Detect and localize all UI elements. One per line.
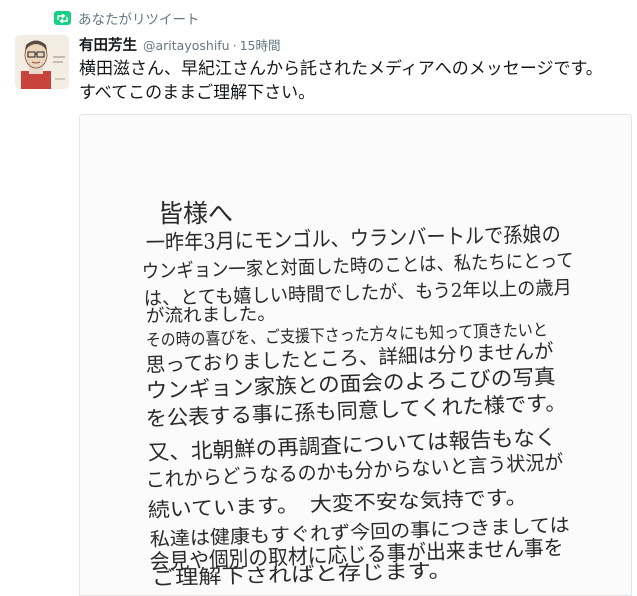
tweet-header: 有田芳生 @aritayoshifu · 15時間 <box>79 34 281 56</box>
author-name[interactable]: 有田芳生 <box>79 34 137 55</box>
tweet-text: 横田滋さん、早紀江さんから託されたメディアへのメッセージです。 すべてこのままご… <box>79 57 631 105</box>
letter-greeting: 皆様へ <box>158 199 233 228</box>
letter-line: が流れました。 <box>146 304 276 327</box>
tweet-text-line: 横田滋さん、早紀江さんから託されたメディアへのメッセージです。 <box>79 59 603 79</box>
retweet-context: あなたがリツイート <box>54 6 200 30</box>
avatar[interactable] <box>15 35 69 89</box>
author-handle[interactable]: @aritayoshifu <box>143 38 230 53</box>
tweet-text-line: すべてこのままご理解下さい。 <box>79 83 316 103</box>
retweet-label: あなたがリツイート <box>78 12 200 28</box>
tweet-media-image[interactable]: 皆様へ 一昨年3月にモンゴル、ウランバートルで孫娘の ウンギョン一家と対面した時… <box>79 114 632 596</box>
tweet-timestamp[interactable]: 15時間 <box>240 35 281 54</box>
header-separator: · <box>232 38 237 53</box>
retweet-icon <box>54 11 71 25</box>
